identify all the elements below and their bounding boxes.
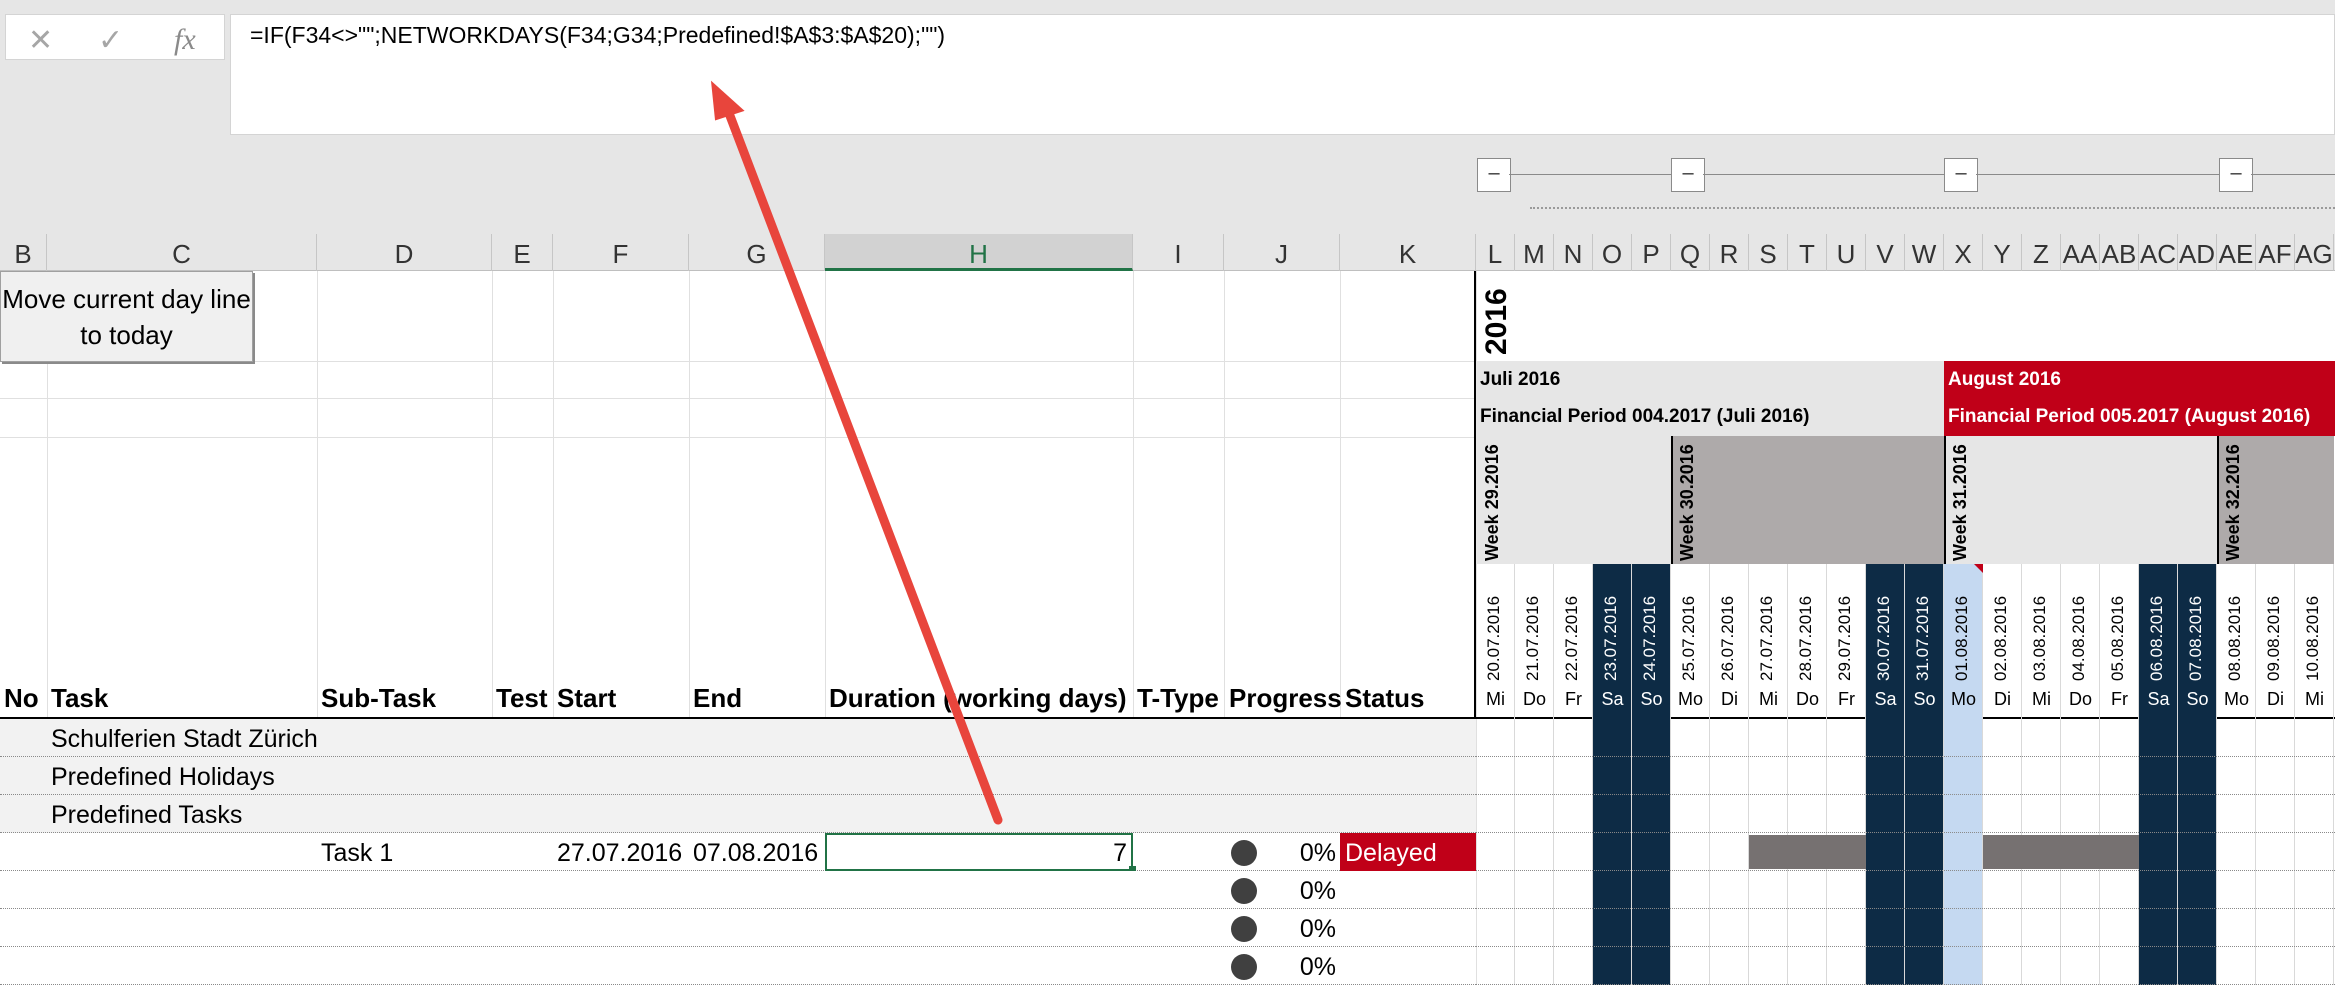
annotation-arrow [710,80,1003,825]
